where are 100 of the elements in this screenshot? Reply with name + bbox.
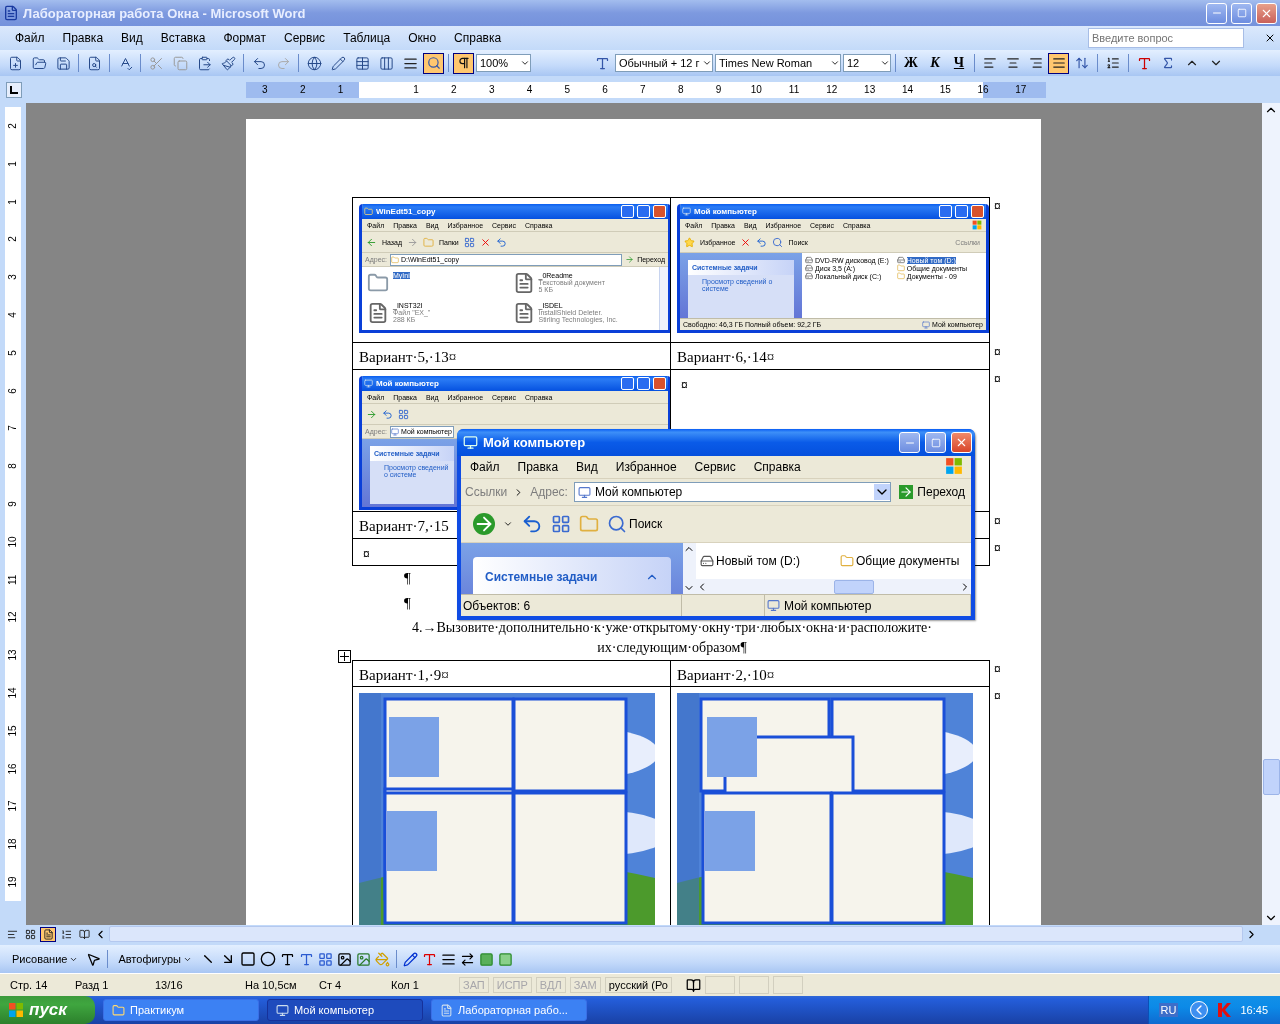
taskbar-button[interactable]: Лабораторная рабо... <box>431 999 587 1021</box>
scrollbar[interactable] <box>683 543 696 594</box>
dropdown-icon[interactable] <box>503 519 513 529</box>
close-button[interactable] <box>653 205 666 218</box>
menu-item[interactable]: Правка <box>53 31 113 45</box>
document-map-icon[interactable] <box>402 55 418 71</box>
address-field[interactable]: Мой компьютер <box>573 482 892 502</box>
horizontal-scrollbar[interactable] <box>696 579 971 594</box>
picture-icon[interactable] <box>356 951 371 967</box>
style-dropdown[interactable]: Обычный + 12 г <box>615 54 713 72</box>
close-button[interactable] <box>971 205 984 218</box>
print-preview-icon[interactable] <box>86 55 102 71</box>
paste-icon[interactable] <box>196 55 212 71</box>
maximize-button[interactable] <box>637 205 650 218</box>
menu-item[interactable]: Правка <box>508 460 568 474</box>
undo-icon[interactable] <box>521 513 543 535</box>
menu-item[interactable]: Таблица <box>334 31 400 45</box>
drawing-menu[interactable]: Рисование <box>8 953 83 965</box>
close-icon[interactable] <box>1264 32 1276 44</box>
show-hidden-icons-icon[interactable] <box>1190 1001 1209 1019</box>
menu-item[interactable]: Вид <box>567 460 607 474</box>
restore-button[interactable] <box>1231 2 1252 24</box>
menu-item[interactable]: Сервис <box>275 31 335 45</box>
oval-icon[interactable] <box>260 951 276 967</box>
views-icon[interactable] <box>551 514 571 534</box>
scroll-thumb[interactable] <box>834 579 874 594</box>
menu-item[interactable]: Вставка <box>151 31 215 45</box>
font-size-dropdown[interactable]: 12 <box>843 54 891 72</box>
new-document-icon[interactable] <box>7 55 23 71</box>
clip-art-icon[interactable] <box>337 951 352 967</box>
menu-item[interactable]: Сервис <box>685 460 745 474</box>
save-icon[interactable] <box>55 55 71 71</box>
open-folder-icon[interactable] <box>31 55 47 71</box>
item-label[interactable]: Общие документы <box>856 554 960 568</box>
taskbar-button[interactable]: Практикум <box>103 999 259 1021</box>
menu-item[interactable]: Справка <box>744 460 810 474</box>
minimize-button[interactable] <box>899 432 920 453</box>
go-button[interactable]: Переход <box>897 485 967 499</box>
maximize-button[interactable] <box>925 432 946 453</box>
menu-item[interactable]: Справка <box>445 31 511 45</box>
table-move-handle[interactable] <box>338 650 351 663</box>
ruler-number: 2 <box>6 236 20 243</box>
bold-button[interactable]: Ж <box>900 55 922 71</box>
menu-item[interactable]: Избранное <box>606 460 686 474</box>
fill-color-icon[interactable] <box>375 951 390 967</box>
wordart-icon[interactable] <box>299 951 314 967</box>
line-color-icon[interactable] <box>403 951 418 967</box>
show-formatting-button[interactable] <box>453 52 474 74</box>
minimize-button[interactable] <box>621 205 634 218</box>
search-button[interactable]: Поиск <box>629 517 663 531</box>
select-objects-icon[interactable] <box>86 951 102 967</box>
tab-selector[interactable] <box>6 81 22 98</box>
minimize-button[interactable] <box>621 377 634 390</box>
styles-icon[interactable] <box>594 55 610 71</box>
print-layout-button[interactable] <box>40 926 56 942</box>
zoom-dropdown[interactable]: 100% <box>476 54 531 72</box>
research-button[interactable] <box>423 52 444 74</box>
minimize-button[interactable] <box>939 205 952 218</box>
rectangle-icon[interactable] <box>240 951 256 967</box>
menu-item[interactable]: Окно <box>399 31 446 45</box>
close-button[interactable] <box>653 377 666 390</box>
columns-icon[interactable] <box>378 55 394 71</box>
undo-icon[interactable] <box>251 55 267 71</box>
help-search-field[interactable]: Введите вопрос <box>1088 28 1244 48</box>
justify-button[interactable] <box>1048 52 1069 74</box>
horizontal-scrollbar[interactable] <box>109 926 1243 942</box>
line-style-icon[interactable] <box>441 951 456 967</box>
close-button[interactable] <box>951 432 972 453</box>
links-label[interactable]: Ссылки <box>465 485 508 499</box>
menu-item[interactable]: Файл <box>461 460 509 474</box>
item-label[interactable]: Новый том (D:) <box>716 554 800 568</box>
line-spacing-icon[interactable] <box>1075 56 1089 70</box>
language-indicator[interactable]: RU <box>1158 1003 1179 1017</box>
format-painter-icon[interactable] <box>220 55 236 71</box>
menu-item[interactable]: Файл <box>6 31 54 45</box>
maximize-button[interactable] <box>955 205 968 218</box>
close-button[interactable] <box>1256 2 1277 24</box>
text-box-icon[interactable] <box>280 951 295 967</box>
computer-icon <box>682 207 691 216</box>
font-color-icon[interactable] <box>422 951 437 967</box>
autoshapes-menu[interactable]: Автофигуры <box>114 953 196 965</box>
insert-table-icon[interactable] <box>354 55 370 71</box>
arrow-style-icon[interactable] <box>460 951 475 967</box>
menu-item[interactable]: Формат <box>214 31 276 45</box>
minimize-button[interactable] <box>1206 2 1227 24</box>
equation-icon[interactable] <box>1161 56 1175 70</box>
scrollbar[interactable] <box>659 267 668 330</box>
maximize-button[interactable] <box>637 377 650 390</box>
italic-button[interactable]: К <box>924 55 946 71</box>
underline-button[interactable]: Ч <box>948 55 970 71</box>
numbering-icon[interactable] <box>1106 56 1120 70</box>
taskbar-button[interactable]: Мой компьютер <box>267 999 423 1021</box>
scroll-thumb[interactable] <box>1262 759 1280 795</box>
font-dropdown[interactable]: Times New Roman <box>715 54 841 72</box>
menu-item[interactable]: Вид <box>112 31 152 45</box>
hyperlink-icon[interactable] <box>306 55 322 71</box>
go-arrow-icon <box>625 255 635 264</box>
start-button[interactable]: пуск <box>0 996 95 1024</box>
font-color-icon[interactable] <box>1136 55 1152 71</box>
vertical-scrollbar[interactable] <box>1262 103 1280 925</box>
